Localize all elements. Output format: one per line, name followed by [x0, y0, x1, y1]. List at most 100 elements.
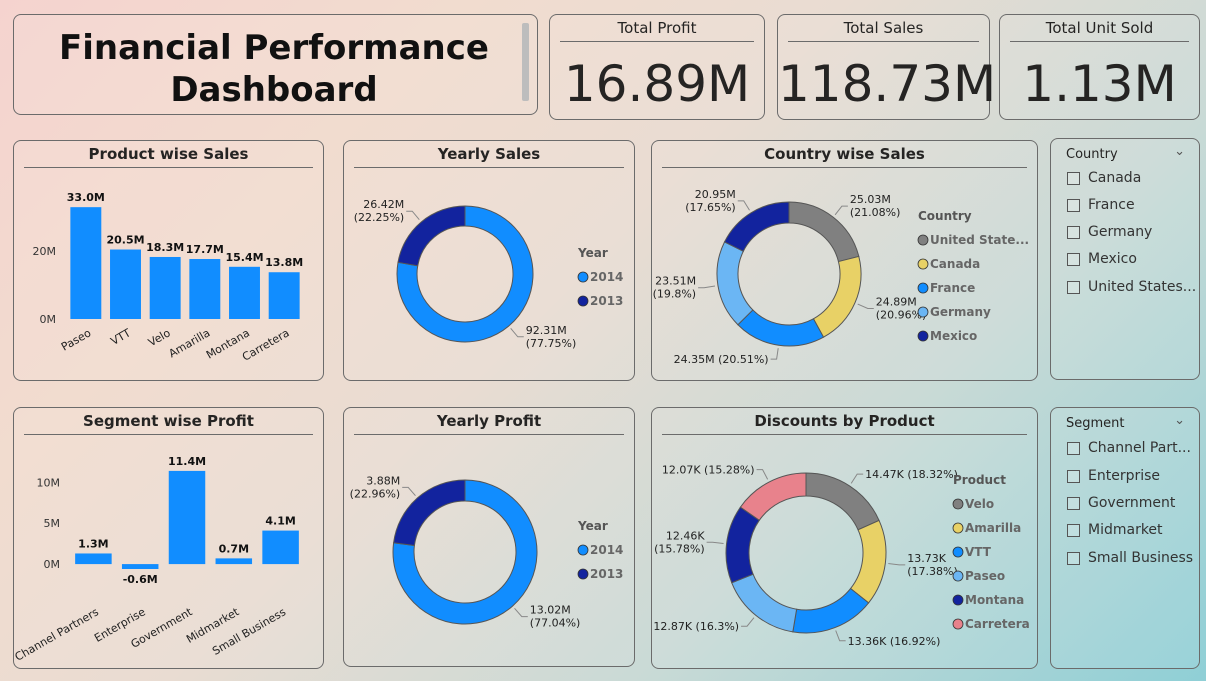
legend-marker	[917, 258, 929, 270]
scrollbar[interactable]	[522, 23, 529, 101]
bar	[149, 256, 181, 319]
slicer-option[interactable]: Small Business	[1067, 548, 1193, 568]
checkbox[interactable]	[1067, 496, 1080, 510]
kpi-total-sales: Total Sales 118.73M	[777, 14, 996, 120]
data-label: 24.35M (20.51%)	[674, 353, 769, 366]
y-tick-label: 0M	[44, 558, 61, 571]
slicer-option[interactable]: Enterprise	[1067, 466, 1160, 486]
checkbox[interactable]	[1067, 523, 1080, 537]
leader-line	[850, 473, 864, 484]
leader-line	[770, 348, 779, 360]
donut-slice	[393, 479, 466, 547]
data-label-percent: (17.38%)	[907, 565, 958, 578]
divider	[354, 167, 624, 168]
bar	[110, 249, 141, 319]
divider	[24, 434, 313, 435]
slicer-option[interactable]: France	[1067, 195, 1135, 215]
leader-line	[756, 469, 769, 480]
chevron-down-icon[interactable]: ⌄	[1174, 412, 1185, 428]
y-tick-label: 20M	[33, 245, 57, 258]
checkbox[interactable]	[1067, 252, 1080, 266]
donut-slice	[812, 255, 862, 338]
donut-slice	[788, 201, 860, 263]
legend-marker	[952, 594, 964, 606]
data-label: 20.5M	[106, 234, 144, 247]
bar	[215, 558, 253, 565]
checkbox[interactable]	[1067, 441, 1080, 455]
yearly-profit-donut-chart: 13.02M(77.04%) 3.88M(22.96%) Year 2014 2013	[350, 474, 624, 629]
chevron-down-icon[interactable]: ⌄	[1174, 143, 1185, 159]
checkbox[interactable]	[1067, 469, 1080, 483]
kpi-total-unit-sold: Total Unit Sold 1.13M	[999, 14, 1200, 120]
chart-title: Segment wise Profit	[83, 412, 254, 430]
data-label: 14.47K (18.32%)	[865, 468, 958, 481]
slicer-option[interactable]: Channel Part...	[1067, 438, 1191, 458]
checkbox[interactable]	[1067, 171, 1080, 185]
legend-marker	[952, 570, 964, 582]
slicer-option[interactable]: Government	[1067, 493, 1175, 513]
legend-label: Carretera	[965, 617, 1030, 631]
kpi-total-profit: Total Profit 16.89M	[549, 14, 765, 120]
leader-line	[835, 630, 846, 642]
donut-slice	[849, 519, 887, 604]
donut-slice	[739, 472, 807, 522]
donut-slice	[792, 587, 870, 634]
divider	[354, 434, 624, 435]
data-label: 25.03M	[850, 193, 891, 206]
donut-slice	[397, 205, 466, 267]
data-label: 12.46K	[666, 529, 705, 542]
product-discounts-donut-chart: 14.47K (18.32%) 13.73K(17.38%) 13.36K (16.…	[653, 464, 1030, 648]
slicer-option[interactable]: Germany	[1067, 222, 1152, 242]
chart-title: Product wise Sales	[88, 145, 249, 163]
legend-label: Germany	[930, 305, 991, 319]
divider	[560, 41, 754, 42]
slicer-option[interactable]: Mexico	[1067, 249, 1137, 269]
chart-title: Yearly Profit	[436, 412, 542, 430]
data-label: 1.3M	[78, 537, 108, 550]
slicer-option-label: Germany	[1088, 224, 1153, 240]
kpi-label: Total Unit Sold	[1045, 19, 1154, 37]
divider	[662, 167, 1027, 168]
data-label-percent: (17.65%)	[685, 201, 736, 214]
checkbox[interactable]	[1067, 225, 1080, 239]
data-label-percent: (15.78%)	[654, 542, 705, 555]
legend-marker	[917, 234, 929, 246]
bar	[262, 530, 299, 565]
slicer-option[interactable]: Canada	[1067, 168, 1141, 188]
slicer-option-label: Government	[1088, 495, 1176, 511]
bar	[189, 259, 221, 319]
leader-line	[834, 205, 848, 216]
data-label: 13.8M	[265, 256, 303, 269]
legend-label: Paseo	[965, 569, 1005, 583]
legend-marker	[577, 568, 589, 580]
chart-title: Country wise Sales	[764, 145, 925, 163]
checkbox[interactable]	[1067, 551, 1080, 565]
legend-marker	[917, 330, 929, 342]
legend-title: Year	[577, 519, 608, 533]
country-sales-card: Country wise Sales 25.03M (21.08%) 24.89M (…	[651, 140, 1038, 381]
yearly-profit-card: Yearly Profit 13.02M (77.04%) 3.88M (22.96%…	[343, 407, 635, 667]
slicer-option-label: Canada	[1088, 170, 1142, 186]
legend-marker	[577, 271, 589, 283]
slicer-option-label: Midmarket	[1088, 522, 1163, 538]
data-label: 12.07K (15.28%)	[662, 464, 755, 477]
data-label: 33.0M	[67, 191, 105, 204]
segment-profit-bar-chart: 0M5M10M1.3MChannel Partners-0.6MEnterpri…	[14, 455, 299, 664]
data-label-percent: (19.8%)	[653, 288, 697, 301]
checkbox[interactable]	[1067, 280, 1080, 294]
data-label-percent: (22.25%)	[354, 211, 405, 224]
data-label: 17.7M	[186, 243, 224, 256]
leader-line	[857, 303, 874, 309]
legend-label: 2014	[590, 543, 623, 557]
slicer-option[interactable]: United States...	[1067, 277, 1196, 297]
slicer-option-label: France	[1088, 197, 1135, 213]
donut-slice	[731, 573, 798, 633]
data-label: 23.51M	[655, 275, 696, 288]
slicer-option[interactable]: Midmarket	[1067, 520, 1163, 540]
product-discounts-card: Discounts by Product 14.47K (18.32%) 13.7…	[651, 407, 1038, 669]
kpi-label: Total Sales	[843, 19, 924, 37]
leader-line	[737, 200, 750, 211]
checkbox[interactable]	[1067, 198, 1080, 212]
data-label: 4.1M	[265, 515, 295, 528]
bar	[70, 207, 102, 319]
